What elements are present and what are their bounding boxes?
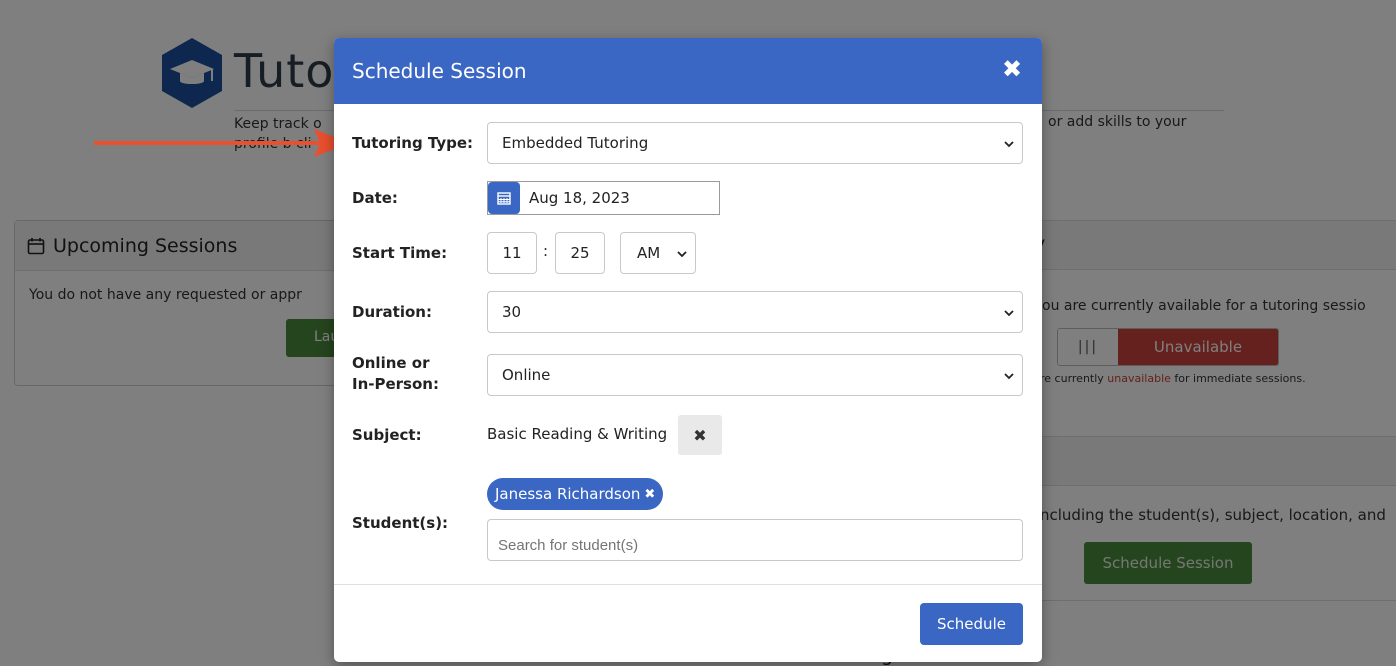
online-label: Online or In-Person: bbox=[352, 353, 439, 395]
ampm-select[interactable]: AM bbox=[620, 232, 696, 274]
online-value: Online bbox=[502, 366, 551, 384]
tutoring-type-value: Embedded Tutoring bbox=[502, 134, 649, 152]
modal-body: Tutoring Type: Embedded Tutoring Date: A… bbox=[334, 104, 1042, 584]
close-icon[interactable]: ✖ bbox=[1000, 57, 1024, 81]
tutoring-type-label: Tutoring Type: bbox=[352, 134, 474, 152]
duration-select[interactable]: 30 bbox=[487, 291, 1023, 333]
chevron-down-icon bbox=[1004, 310, 1014, 317]
subject-label: Subject: bbox=[352, 426, 422, 444]
duration-value: 30 bbox=[502, 303, 522, 321]
chevron-down-icon bbox=[1004, 141, 1014, 148]
online-label-line: In-Person: bbox=[352, 375, 439, 393]
schedule-button[interactable]: Schedule bbox=[920, 603, 1023, 645]
modal-title: Schedule Session bbox=[352, 59, 527, 83]
date-picker[interactable]: Aug 18, 2023 bbox=[487, 181, 720, 215]
chevron-down-icon bbox=[677, 251, 687, 258]
remove-subject-button[interactable]: ✖ bbox=[678, 415, 722, 455]
calendar-button[interactable] bbox=[488, 182, 520, 214]
ampm-value: AM bbox=[637, 244, 661, 262]
time-separator: : bbox=[543, 242, 549, 260]
modal-footer: Schedule bbox=[334, 584, 1042, 662]
close-icon[interactable]: ✖ bbox=[644, 487, 655, 502]
date-label: Date: bbox=[352, 189, 398, 207]
schedule-session-modal: Schedule Session ✖ Tutoring Type: Embedd… bbox=[334, 38, 1042, 662]
students-label: Student(s): bbox=[352, 514, 449, 532]
student-chip[interactable]: Janessa Richardson ✖ bbox=[487, 478, 664, 510]
student-chip-label: Janessa Richardson bbox=[495, 485, 641, 503]
date-value[interactable]: Aug 18, 2023 bbox=[520, 182, 630, 214]
online-select[interactable]: Online bbox=[487, 354, 1023, 396]
arrow-icon bbox=[94, 129, 350, 157]
tutoring-type-select[interactable]: Embedded Tutoring bbox=[487, 122, 1023, 164]
online-label-line: Online or bbox=[352, 354, 430, 372]
student-search-input[interactable] bbox=[487, 519, 1023, 561]
subject-value: Basic Reading & Writing bbox=[487, 425, 668, 443]
minute-input[interactable]: 25 bbox=[555, 232, 605, 274]
duration-label: Duration: bbox=[352, 303, 432, 321]
modal-header: Schedule Session ✖ bbox=[334, 38, 1042, 104]
start-time-label: Start Time: bbox=[352, 244, 448, 262]
calendar-icon bbox=[497, 192, 511, 205]
chevron-down-icon bbox=[1004, 373, 1014, 380]
hour-input[interactable]: 11 bbox=[487, 232, 537, 274]
